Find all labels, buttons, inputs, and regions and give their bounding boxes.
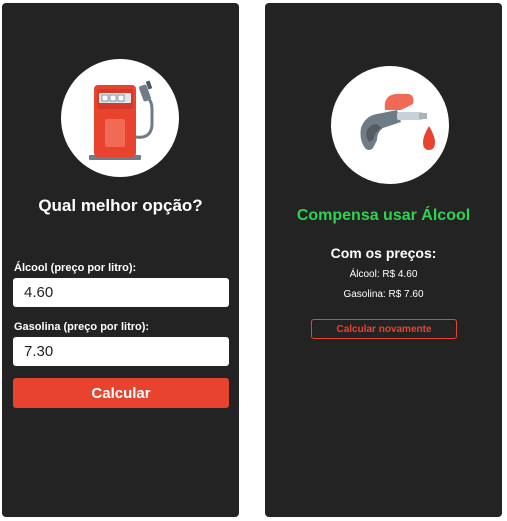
recalculate-button[interactable]: Calcular novamente	[311, 319, 457, 339]
result-panel: Compensa usar Álcool Com os preços: Álco…	[265, 3, 502, 517]
page-title: Qual melhor opção?	[38, 196, 203, 215]
result-title: Compensa usar Álcool	[296, 207, 471, 224]
gasoline-price-text: Gasolina: R$ 7.60	[343, 289, 424, 300]
alcohol-price-input[interactable]: 4.60	[13, 278, 229, 307]
gas-pump-icon	[89, 80, 154, 160]
calculate-button[interactable]: Calcular	[13, 378, 229, 408]
alcohol-price-text: Álcool: R$ 4.60	[349, 269, 418, 280]
gas-pump-icon-circle	[61, 59, 179, 177]
prices-subtitle: Com os preços:	[330, 245, 437, 261]
gasoline-price-input[interactable]: 7.30	[13, 337, 229, 366]
alcohol-price-label: Álcool (preço por litro):	[14, 262, 137, 274]
fuel-nozzle-icon-circle	[331, 66, 449, 184]
gasoline-price-label: Gasolina (preço por litro):	[14, 321, 150, 333]
fuel-nozzle-icon	[360, 94, 435, 150]
calculator-panel: Qual melhor opção? Álcool (preço por lit…	[2, 3, 239, 517]
